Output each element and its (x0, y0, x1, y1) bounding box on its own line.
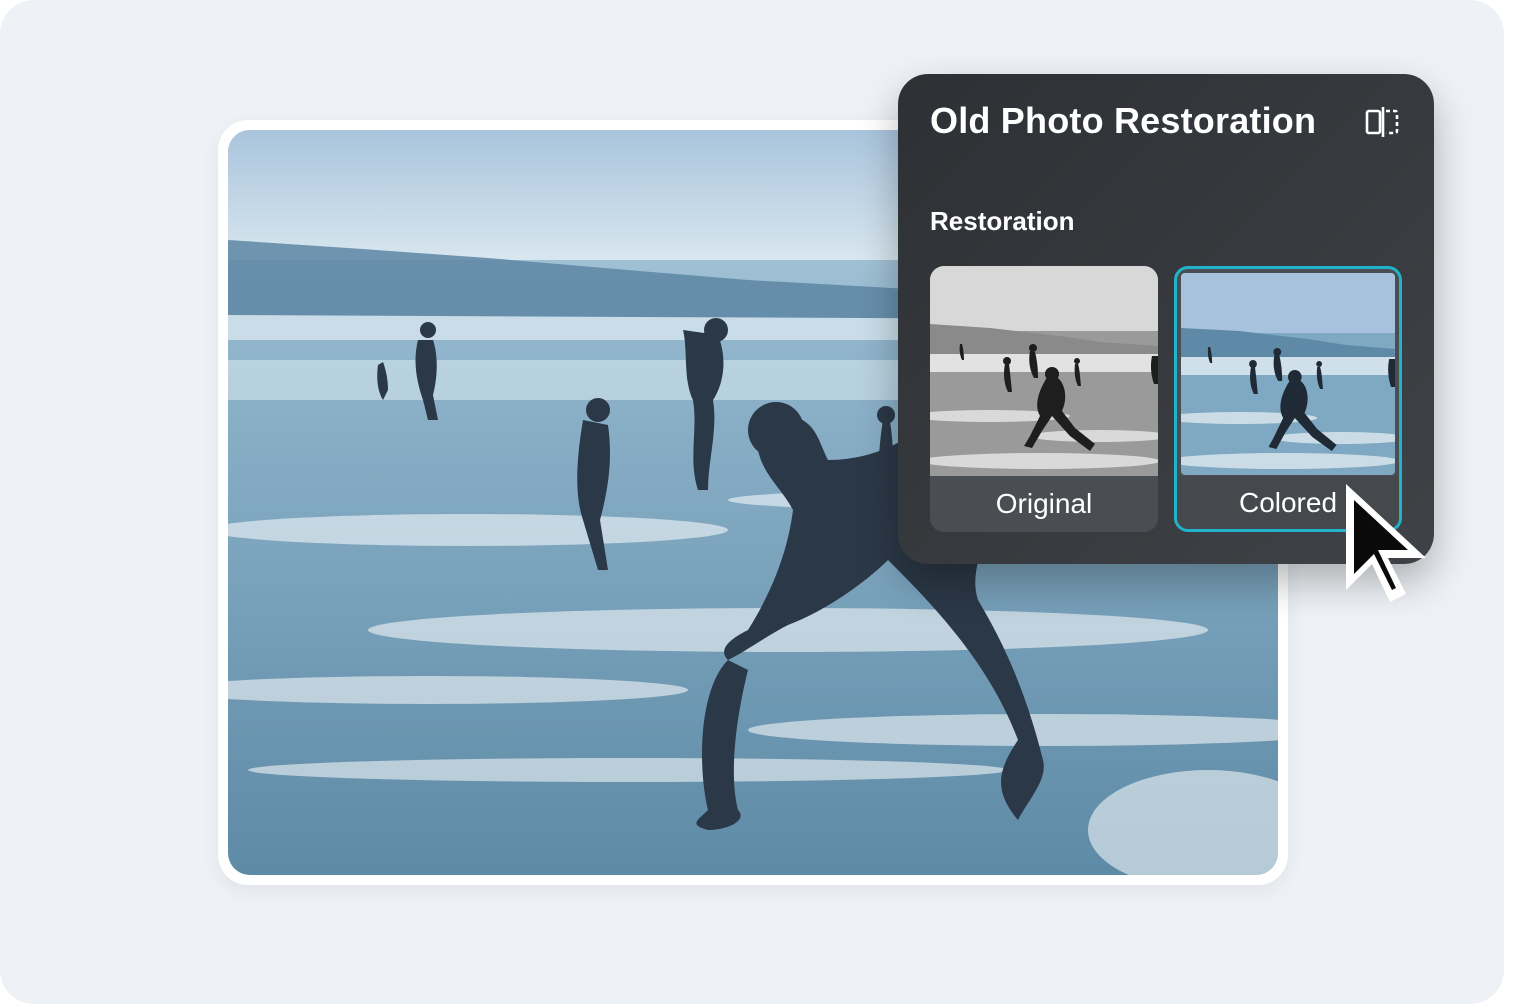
option-original-label: Original (930, 476, 1158, 532)
option-original[interactable]: Original (930, 266, 1158, 532)
section-label-restoration: Restoration (930, 206, 1075, 236)
mouse-cursor-icon (1346, 484, 1426, 602)
panel-title: Old Photo Restoration (930, 100, 1317, 141)
original-thumbnail (930, 266, 1158, 476)
colored-thumbnail (1181, 273, 1395, 475)
split-compare-icon[interactable] (1364, 104, 1400, 140)
